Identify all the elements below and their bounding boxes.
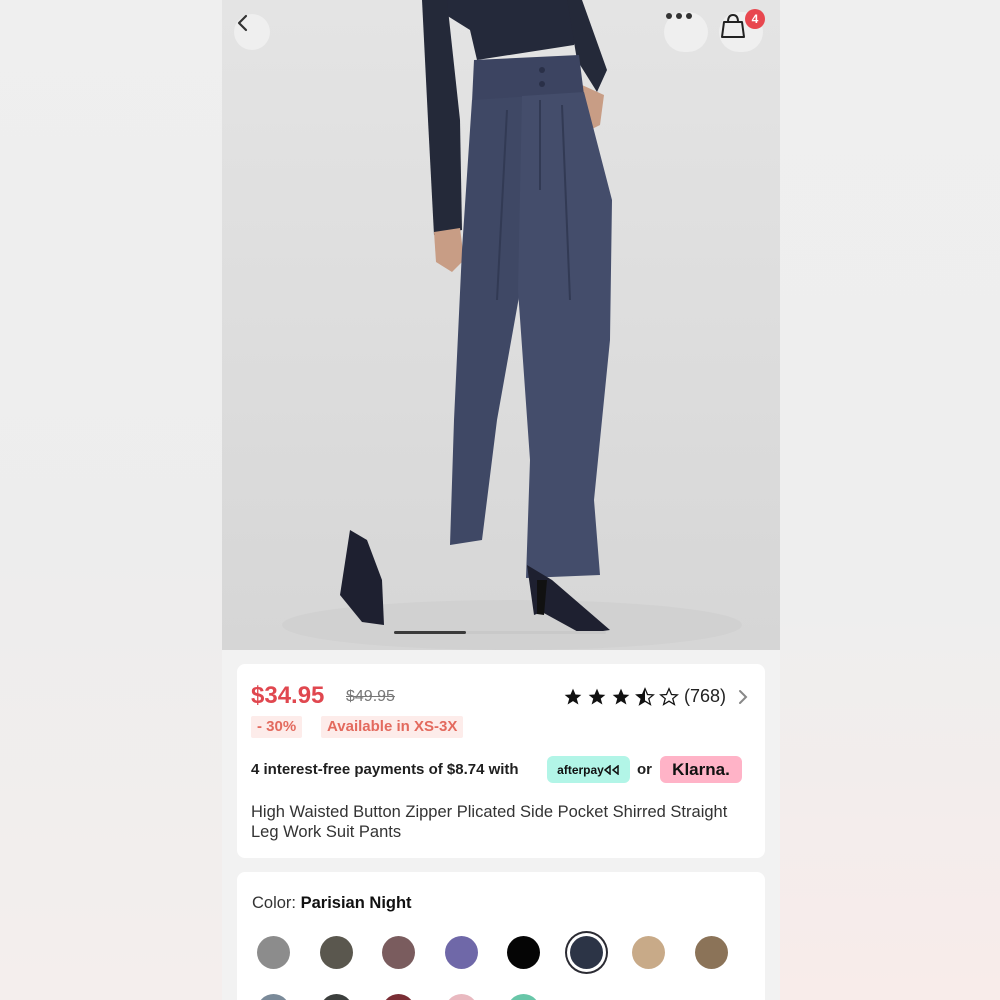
current-price: $34.95 — [251, 682, 325, 709]
back-button[interactable] — [234, 14, 270, 50]
color-swatch-mauve[interactable] — [382, 936, 415, 969]
color-swatch-camel[interactable] — [632, 936, 665, 969]
shopping-bag-icon — [721, 13, 745, 38]
color-selector-card: Color: Parisian Night — [237, 872, 765, 1000]
afterpay-badge[interactable]: afterpay — [547, 756, 630, 783]
color-swatch-gray[interactable] — [257, 936, 290, 969]
star-full-icon — [588, 688, 606, 704]
star-empty-icon — [659, 686, 679, 706]
afterpay-logo-icon — [603, 764, 619, 775]
image-pager-active — [394, 631, 466, 634]
afterpay-label: afterpay — [557, 762, 604, 777]
product-image[interactable]: 4 — [222, 0, 780, 650]
star-half-icon — [635, 686, 655, 706]
color-swatch-parisian-night[interactable] — [569, 936, 603, 969]
price-card: $34.95 $49.95 (768) - 30% Available in X… — [237, 664, 765, 858]
star-full-icon — [612, 688, 630, 704]
rating-summary[interactable]: (768) — [563, 686, 726, 707]
original-price: $49.95 — [346, 688, 395, 705]
product-screen: 4 $34.95 $49.95 (768) - 30% Available in… — [222, 0, 780, 1000]
discount-tag: - 30% — [251, 716, 303, 738]
color-swatch-lavender[interactable] — [444, 936, 478, 969]
more-dots-icon — [666, 13, 692, 19]
product-title: High Waisted Button Zipper Plicated Side… — [251, 803, 728, 841]
color-swatch-charcoal[interactable] — [319, 994, 353, 1000]
color-label-prefix: Color: — [252, 894, 297, 912]
chevron-left-icon — [237, 14, 248, 32]
cart-count-badge: 4 — [745, 9, 765, 29]
review-count: (768) — [684, 686, 727, 706]
or-text: or — [637, 761, 652, 778]
selected-color-name: Parisian Night — [300, 894, 412, 912]
size-availability-tag: Available in XS-3X — [321, 716, 464, 738]
klarna-badge[interactable]: Klarna. — [660, 756, 742, 783]
background-left — [0, 0, 222, 1000]
product-photo-illustration — [282, 0, 742, 650]
color-swatch-olive-gray[interactable] — [319, 936, 353, 969]
star-full-icon — [564, 688, 582, 704]
image-pager[interactable] — [394, 631, 606, 634]
color-swatch-steel[interactable] — [257, 994, 290, 1000]
background-right — [780, 0, 1000, 1000]
shopping-bag-button[interactable]: 4 — [719, 9, 765, 52]
more-options-button[interactable] — [664, 12, 708, 52]
color-label: Color: Parisian Night — [252, 894, 412, 913]
installment-text: 4 interest-free payments of $8.74 with — [251, 761, 519, 778]
color-swatch-taupe[interactable] — [694, 936, 728, 969]
color-swatch-pink[interactable] — [444, 994, 478, 1000]
color-swatch-mint[interactable] — [507, 994, 540, 1000]
color-swatch-maroon[interactable] — [382, 994, 415, 1000]
chevron-right-icon[interactable] — [737, 689, 749, 705]
color-swatch-black[interactable] — [507, 936, 540, 969]
